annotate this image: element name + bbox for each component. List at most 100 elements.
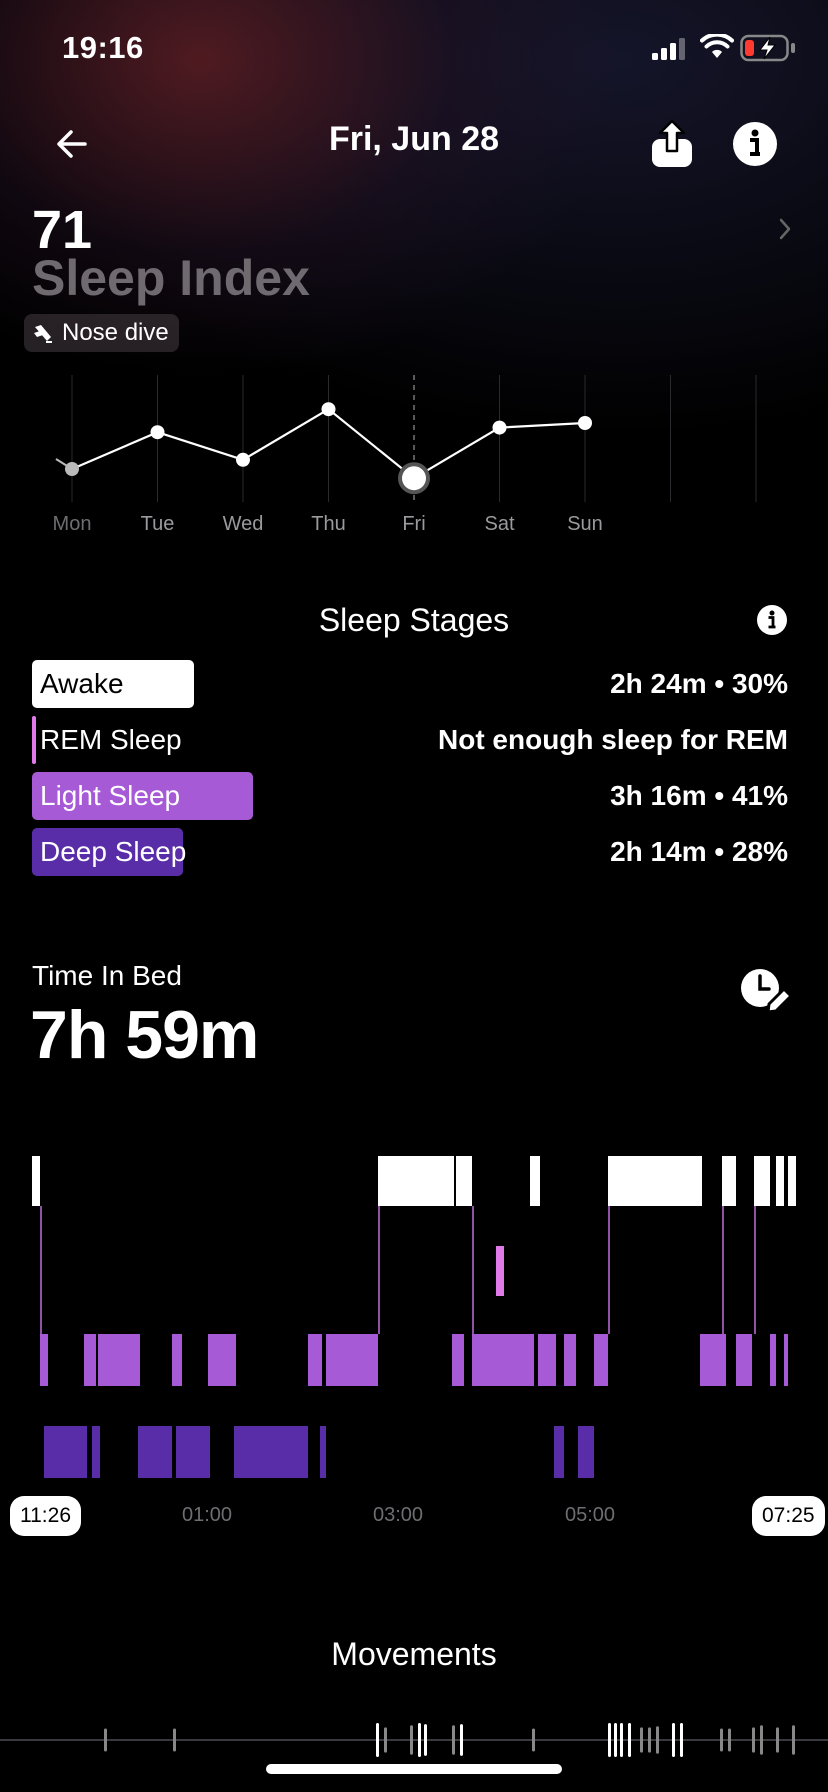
chart-day-label[interactable]: Fri: [402, 513, 425, 535]
chart-point[interactable]: [321, 402, 336, 417]
hypnogram-segment-deep: [320, 1426, 326, 1478]
hypnogram-segment-awake: [776, 1156, 784, 1206]
sleep-hypnogram-chart[interactable]: [32, 1156, 796, 1478]
hypnogram-segment-light: [208, 1334, 236, 1386]
chevron-right-icon[interactable]: [774, 214, 796, 244]
hypnogram-segment-awake: [378, 1156, 454, 1206]
movement-mark: [672, 1723, 675, 1757]
hypnogram-transition: [40, 1206, 42, 1334]
hypnogram-segment-awake: [754, 1156, 770, 1206]
hypnogram-segment-deep: [138, 1426, 172, 1478]
stages-info-icon[interactable]: [756, 604, 788, 636]
chart-point-selected[interactable]: [402, 466, 426, 491]
trend-badge: Nose dive: [24, 314, 179, 352]
hypnogram-segment-light: [472, 1334, 512, 1386]
hypnogram-segment-light: [594, 1334, 608, 1386]
hypnogram-transition: [378, 1206, 380, 1334]
chart-day-label[interactable]: Tue: [141, 513, 175, 535]
sleep-index-label: Sleep Index: [32, 250, 310, 306]
movement-mark: [173, 1728, 176, 1752]
hypnogram-segment-deep: [554, 1426, 564, 1478]
page-title: Fri, Jun 28: [328, 120, 500, 158]
arrow-left-icon: [57, 130, 87, 158]
chart-day-label[interactable]: Mon: [53, 513, 92, 535]
stage-row[interactable]: Light Sleep 3h 16m • 41%: [32, 772, 788, 820]
share-icon: [652, 119, 692, 167]
chart-point[interactable]: [65, 462, 79, 476]
stage-label: REM Sleep: [40, 724, 182, 755]
share-button[interactable]: [644, 116, 700, 172]
stage-row[interactable]: REM Sleep Not enough sleep for REM: [32, 716, 788, 764]
hypnogram-segment-deep: [578, 1426, 594, 1478]
info-button[interactable]: [727, 116, 783, 172]
movement-mark: [424, 1724, 427, 1756]
movement-mark: [640, 1727, 643, 1753]
wifi-icon: [700, 34, 734, 58]
stage-row[interactable]: Awake 2h 24m • 30%: [32, 660, 788, 708]
chart-point[interactable]: [150, 425, 165, 440]
edit-time-icon[interactable]: [738, 966, 792, 1020]
hypnogram-segment-awake: [32, 1156, 40, 1206]
stage-row[interactable]: Deep Sleep 2h 14m • 28%: [32, 828, 788, 876]
info-icon: [733, 122, 777, 166]
movement-mark: [656, 1726, 659, 1754]
stage-label: Deep Sleep: [40, 836, 187, 867]
movement-mark: [728, 1728, 731, 1752]
movement-mark: [104, 1728, 107, 1752]
chart-point[interactable]: [492, 420, 507, 435]
start-time-pill: 11:26: [10, 1496, 81, 1536]
chart-day-label[interactable]: Sat: [484, 513, 514, 535]
trend-badge-label: Nose dive: [62, 319, 169, 346]
chart-day-label[interactable]: Wed: [223, 513, 264, 535]
weekly-sleep-index-chart[interactable]: Mon Tue Wed Thu Fri Sat Sun: [0, 370, 828, 540]
movements-title: Movements: [331, 1636, 497, 1672]
back-button[interactable]: [44, 116, 100, 172]
stage-bar: [32, 716, 36, 764]
hypnogram-segment-light: [40, 1334, 48, 1386]
movement-mark: [384, 1727, 387, 1753]
hypnogram-transition: [754, 1206, 756, 1334]
status-time: 19:16: [62, 30, 144, 65]
sleep-stages-title: Sleep Stages: [318, 602, 510, 638]
hypnogram-tick-label: 01:00: [182, 1504, 233, 1526]
chart-point[interactable]: [236, 452, 250, 467]
hypnogram-transition: [722, 1206, 724, 1334]
movement-mark: [460, 1724, 463, 1756]
movement-mark: [752, 1727, 755, 1753]
chart-point[interactable]: [578, 416, 592, 430]
hypnogram-transition: [472, 1206, 474, 1334]
cellular-signal-icon: [652, 38, 685, 60]
hypnogram-segment-deep: [234, 1426, 308, 1478]
movement-mark: [418, 1723, 421, 1757]
movement-mark: [760, 1725, 763, 1755]
hypnogram-segment-deep: [176, 1426, 210, 1478]
movement-mark: [680, 1723, 683, 1757]
movement-mark: [720, 1728, 723, 1752]
chart-day-label[interactable]: Sun: [567, 513, 603, 535]
movement-mark: [608, 1723, 611, 1757]
chart-day-label[interactable]: Thu: [311, 513, 345, 535]
movement-mark: [620, 1723, 623, 1757]
hypnogram-segment-light: [512, 1334, 534, 1386]
hypnogram-segment-light: [770, 1334, 776, 1386]
hypnogram-segment-deep: [92, 1426, 100, 1478]
hypnogram-segment-awake: [788, 1156, 796, 1206]
movements-chart: [0, 1723, 828, 1757]
hypnogram-segment-light: [308, 1334, 322, 1386]
movement-mark: [776, 1727, 779, 1753]
hypnogram-segment-light: [564, 1334, 576, 1386]
hypnogram-segment-light: [784, 1334, 788, 1386]
hypnogram-segment-awake: [608, 1156, 702, 1206]
movement-mark: [532, 1728, 535, 1752]
hypnogram-segment-light: [700, 1334, 726, 1386]
hypnogram-segment-light: [538, 1334, 556, 1386]
time-in-bed-value: 7h 59m: [30, 997, 259, 1073]
stage-value: 3h 16m • 41%: [610, 780, 788, 811]
hypnogram-segment-light: [736, 1334, 752, 1386]
movement-mark: [614, 1723, 617, 1757]
movement-mark: [628, 1723, 631, 1757]
nose-dive-icon: [34, 325, 52, 343]
hypnogram-segment-awake: [456, 1156, 472, 1206]
home-indicator: [266, 1764, 562, 1774]
hypnogram-segment-light: [326, 1334, 378, 1386]
